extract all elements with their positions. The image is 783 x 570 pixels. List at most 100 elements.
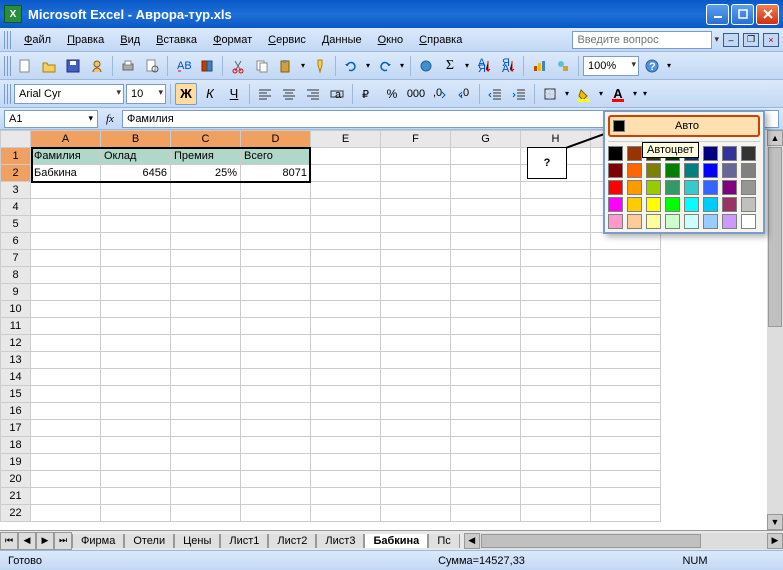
- fill-color-dropdown[interactable]: ▾: [597, 89, 605, 98]
- cell-C8[interactable]: [171, 267, 241, 284]
- cell-C21[interactable]: [171, 488, 241, 505]
- cell-I8[interactable]: [591, 267, 661, 284]
- align-center-button[interactable]: [278, 83, 300, 105]
- cell-A1[interactable]: Фамилия: [31, 148, 101, 165]
- color-swatch[interactable]: [627, 146, 642, 161]
- cell-A9[interactable]: [31, 284, 101, 301]
- sheet-tab-Бабкина[interactable]: Бабкина: [364, 534, 428, 548]
- color-swatch[interactable]: [684, 163, 699, 178]
- cell-I13[interactable]: [591, 352, 661, 369]
- row-header-13[interactable]: 13: [1, 352, 31, 369]
- cell-A19[interactable]: [31, 454, 101, 471]
- cell-C22[interactable]: [171, 505, 241, 522]
- cell-D21[interactable]: [241, 488, 311, 505]
- cell-G18[interactable]: [451, 437, 521, 454]
- cell-F22[interactable]: [381, 505, 451, 522]
- cell-E12[interactable]: [311, 335, 381, 352]
- cell-C20[interactable]: [171, 471, 241, 488]
- color-swatch[interactable]: [665, 214, 680, 229]
- cell-I22[interactable]: [591, 505, 661, 522]
- row-header-2[interactable]: 2: [1, 165, 31, 182]
- row-header-1[interactable]: 1: [1, 148, 31, 165]
- cell-D6[interactable]: [241, 233, 311, 250]
- cell-F4[interactable]: [381, 199, 451, 216]
- mdi-close-button[interactable]: ×: [763, 33, 779, 47]
- sheet-tab-Пс[interactable]: Пс: [428, 534, 459, 548]
- align-left-button[interactable]: [254, 83, 276, 105]
- cell-I14[interactable]: [591, 369, 661, 386]
- cell-H11[interactable]: [521, 318, 591, 335]
- cell-E9[interactable]: [311, 284, 381, 301]
- color-swatch[interactable]: [703, 197, 718, 212]
- cell-G12[interactable]: [451, 335, 521, 352]
- cell-E2[interactable]: [311, 165, 381, 182]
- cell-D8[interactable]: [241, 267, 311, 284]
- color-swatch[interactable]: [703, 146, 718, 161]
- row-header-5[interactable]: 5: [1, 216, 31, 233]
- cell-A7[interactable]: [31, 250, 101, 267]
- cell-C6[interactable]: [171, 233, 241, 250]
- cell-H17[interactable]: [521, 420, 591, 437]
- column-header-H[interactable]: H: [521, 131, 591, 148]
- cell-E3[interactable]: [311, 182, 381, 199]
- color-swatch[interactable]: [608, 180, 623, 195]
- sheet-tab-Лист3[interactable]: Лист3: [316, 534, 364, 548]
- cell-B20[interactable]: [101, 471, 171, 488]
- cell-E5[interactable]: [311, 216, 381, 233]
- color-swatch[interactable]: [741, 146, 756, 161]
- next-sheet-button[interactable]: ▶: [36, 532, 54, 550]
- cell-A8[interactable]: [31, 267, 101, 284]
- color-swatch[interactable]: [741, 180, 756, 195]
- sheet-tab-Лист1[interactable]: Лист1: [220, 534, 268, 548]
- last-sheet-button[interactable]: ⏭: [54, 532, 72, 550]
- menu-вид[interactable]: Вид: [112, 32, 148, 48]
- color-swatch[interactable]: [703, 214, 718, 229]
- cell-E19[interactable]: [311, 454, 381, 471]
- cell-D14[interactable]: [241, 369, 311, 386]
- close-button[interactable]: [756, 4, 779, 25]
- color-swatch[interactable]: [646, 163, 661, 178]
- sheet-tab-Лист2[interactable]: Лист2: [268, 534, 316, 548]
- cell-B16[interactable]: [101, 403, 171, 420]
- hyperlink-button[interactable]: [415, 55, 437, 77]
- cell-G2[interactable]: [451, 165, 521, 182]
- chart-wizard-button[interactable]: [528, 55, 550, 77]
- row-header-17[interactable]: 17: [1, 420, 31, 437]
- cell-H12[interactable]: [521, 335, 591, 352]
- cell-E8[interactable]: [311, 267, 381, 284]
- underline-button[interactable]: Ч: [223, 83, 245, 105]
- cell-A14[interactable]: [31, 369, 101, 386]
- cell-G8[interactable]: [451, 267, 521, 284]
- cell-H22[interactable]: [521, 505, 591, 522]
- bold-button[interactable]: Ж: [175, 83, 197, 105]
- cut-button[interactable]: [227, 55, 249, 77]
- cell-F6[interactable]: [381, 233, 451, 250]
- menu-вставка[interactable]: Вставка: [148, 32, 205, 48]
- row-header-3[interactable]: 3: [1, 182, 31, 199]
- menu-справка[interactable]: Справка: [411, 32, 470, 48]
- menu-данные[interactable]: Данные: [314, 32, 370, 48]
- cell-F2[interactable]: [381, 165, 451, 182]
- cell-H18[interactable]: [521, 437, 591, 454]
- cell-D11[interactable]: [241, 318, 311, 335]
- vertical-scrollbar[interactable]: ▲ ▼: [767, 130, 783, 530]
- cell-E16[interactable]: [311, 403, 381, 420]
- font-color-button[interactable]: А: [607, 83, 629, 105]
- cell-D20[interactable]: [241, 471, 311, 488]
- row-header-15[interactable]: 15: [1, 386, 31, 403]
- cell-E21[interactable]: [311, 488, 381, 505]
- percent-button[interactable]: %: [381, 83, 403, 105]
- merge-center-button[interactable]: a: [326, 83, 348, 105]
- sort-desc-button[interactable]: ЯА: [497, 55, 519, 77]
- mdi-restore-button[interactable]: ❐: [743, 33, 759, 47]
- cell-B6[interactable]: [101, 233, 171, 250]
- cell-H19[interactable]: [521, 454, 591, 471]
- cell-I11[interactable]: [591, 318, 661, 335]
- cell-F10[interactable]: [381, 301, 451, 318]
- cell-F16[interactable]: [381, 403, 451, 420]
- auto-color-button[interactable]: Авто: [608, 115, 760, 137]
- cell-A11[interactable]: [31, 318, 101, 335]
- cell-C5[interactable]: [171, 216, 241, 233]
- cell-G10[interactable]: [451, 301, 521, 318]
- color-swatch[interactable]: [665, 180, 680, 195]
